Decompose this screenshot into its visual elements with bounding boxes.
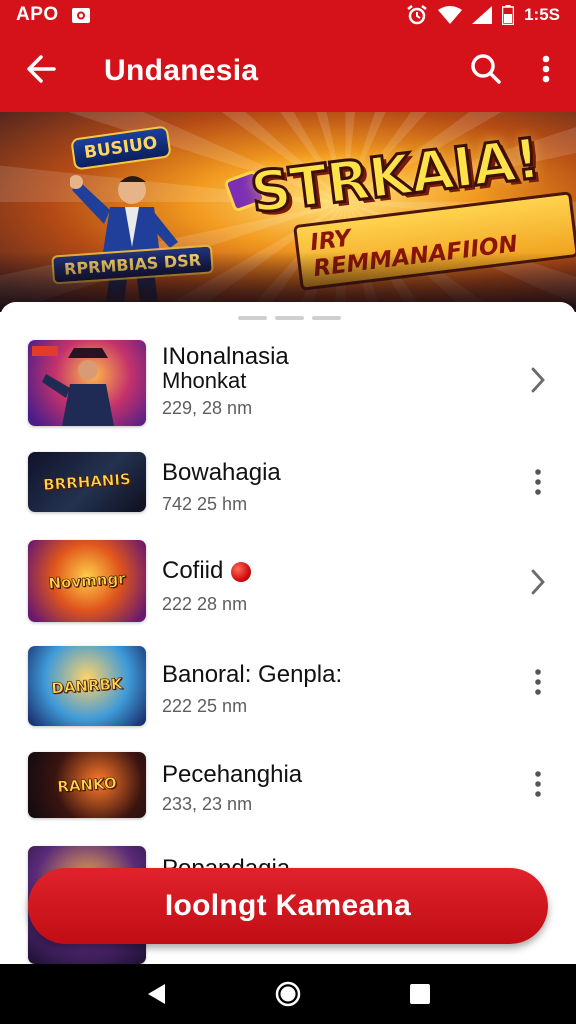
list-item-meta: 742 25 hm <box>162 494 248 514</box>
more-vert-icon[interactable] <box>522 462 554 502</box>
alarm-icon <box>406 5 428 25</box>
list-item-meta: 229, 28 nm <box>162 398 253 418</box>
app-bar: Undanesia <box>0 30 576 112</box>
status-bar: APO 1:5S <box>0 0 576 30</box>
list-item-title: Bowahagia <box>162 459 281 486</box>
more-vert-icon <box>542 55 550 88</box>
list-item-title: Banoral: Genpla: <box>162 661 343 688</box>
signal-icon <box>472 6 493 24</box>
back-triangle-icon <box>148 984 165 1004</box>
wifi-icon <box>438 6 463 24</box>
more-options-button[interactable] <box>516 30 576 112</box>
list-item-meta: 233, 23 nm <box>162 794 253 814</box>
list-item-title: Cofiid <box>162 558 252 584</box>
home-circle-icon <box>275 981 301 1007</box>
game-thumbnail: Novmngr <box>28 540 146 622</box>
back-button[interactable] <box>0 30 82 112</box>
promo-banner[interactable]: BUSIUO RPRMBIAS DSR STRKAIA! IRY REMMANA… <box>0 112 576 312</box>
game-thumbnail-label: RANKO <box>56 773 118 797</box>
battery-icon <box>502 5 515 25</box>
chevron-right-icon[interactable] <box>522 562 554 602</box>
recents-square-icon <box>410 984 430 1004</box>
drag-handle[interactable] <box>238 316 341 320</box>
list-item-meta: 222 25 nm <box>162 696 248 716</box>
list-item[interactable]: RANKO Pecehanghia 233, 23 nm <box>0 746 576 846</box>
list-item-title: INonalnasia <box>162 343 289 370</box>
game-thumbnail-label: Novmngr <box>47 569 127 593</box>
page-title: Undanesia <box>104 54 259 87</box>
search-button[interactable] <box>456 30 516 112</box>
search-icon <box>470 53 502 90</box>
camera-icon <box>71 6 91 24</box>
list-item-subtitle: Mhonkat <box>162 368 247 393</box>
game-thumbnail: RANKO <box>28 752 146 818</box>
list-item[interactable]: DANRBK Banoral: Genpla: 222 25 nm <box>0 640 576 740</box>
system-nav-bar <box>0 964 576 1024</box>
more-vert-icon[interactable] <box>522 764 554 804</box>
nav-recents-button[interactable] <box>395 969 445 1019</box>
game-thumbnail: BRRHANIS <box>28 452 146 512</box>
status-time: 1:5S <box>524 5 560 24</box>
nav-home-button[interactable] <box>263 969 313 1019</box>
game-thumbnail-label: DANRBK <box>50 674 124 698</box>
game-thumbnail: DANRBK <box>28 646 146 726</box>
list-item-meta: 222 28 nm <box>162 594 248 614</box>
game-thumbnail <box>28 340 146 426</box>
more-vert-icon[interactable] <box>522 662 554 702</box>
list-item[interactable]: INonalnasia Mhonkat 229, 28 nm <box>0 334 576 434</box>
list-item[interactable]: BRRHANIS Bowahagia 742 25 hm <box>0 440 576 540</box>
primary-cta-button[interactable]: Ioolngt Kameana <box>28 868 548 944</box>
game-thumbnail-label: BRRHANIS <box>42 469 132 495</box>
status-carrier-text: APO <box>16 4 59 25</box>
chevron-right-icon[interactable] <box>522 360 554 400</box>
nav-back-button[interactable] <box>131 969 181 1019</box>
list-item-title: Pecehanghia <box>162 761 303 788</box>
list-item[interactable]: Novmngr Cofiid 222 28 nm <box>0 534 576 634</box>
live-dot-icon <box>231 561 252 582</box>
back-arrow-icon <box>26 54 56 89</box>
